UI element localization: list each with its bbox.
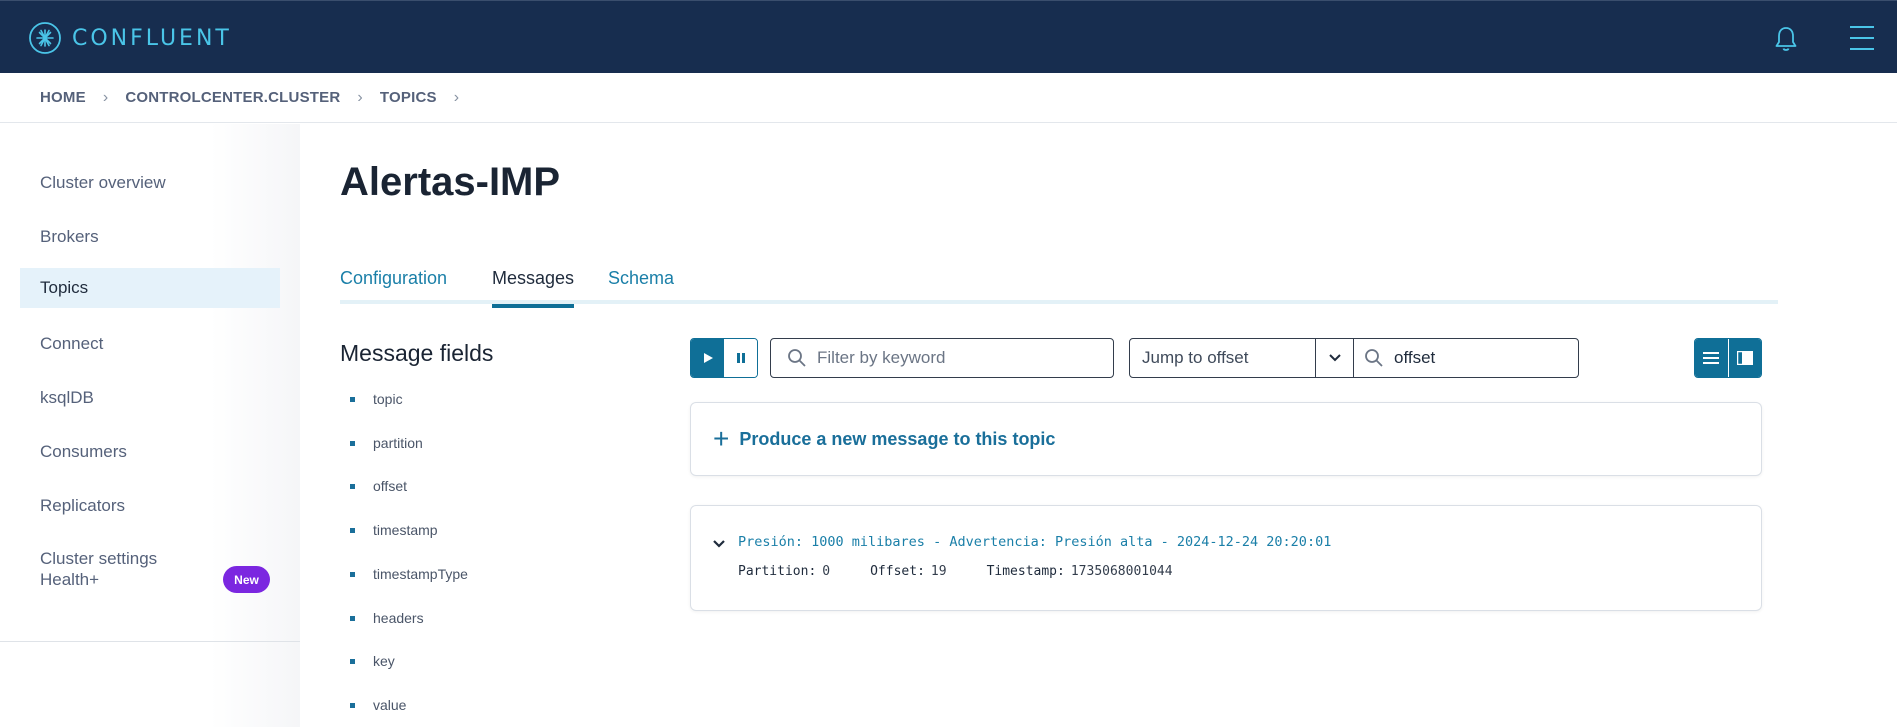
sidebar-divider bbox=[0, 641, 300, 642]
sidebar-item-brokers[interactable]: Brokers bbox=[20, 217, 280, 257]
message-field-label: value bbox=[373, 697, 407, 713]
message-value[interactable]: Presión: 1000 milibares - Advertencia: P… bbox=[738, 534, 1331, 550]
split-view-icon bbox=[1736, 351, 1753, 365]
message-field-item[interactable]: value bbox=[350, 697, 406, 713]
tab-messages[interactable]: Messages bbox=[492, 268, 575, 308]
new-badge: New bbox=[223, 566, 270, 593]
bell-icon[interactable] bbox=[1773, 25, 1799, 53]
partition-value: 0 bbox=[822, 564, 831, 579]
bullet-icon bbox=[350, 396, 355, 402]
timestamp-value: 1735068001044 bbox=[1070, 564, 1173, 579]
bullet-icon bbox=[350, 571, 355, 577]
sidebar-item-replicators[interactable]: Replicators bbox=[20, 486, 280, 526]
bullet-icon bbox=[350, 702, 355, 708]
page-title: Alertas-IMP bbox=[340, 160, 561, 204]
breadcrumb-separator: › bbox=[453, 88, 460, 106]
partition-label: Partition: bbox=[738, 564, 817, 579]
breadcrumb: HOME › CONTROLCENTER.CLUSTER › TOPICS › bbox=[0, 73, 1897, 123]
topic-tabs: Configuration Messages Schema bbox=[340, 268, 1778, 308]
message-field-item[interactable]: offset bbox=[350, 478, 407, 494]
jump-to-offset-control: Jump to offset bbox=[1129, 338, 1579, 378]
message-field-item[interactable]: timestamp bbox=[350, 522, 438, 538]
offset-input-box bbox=[1354, 339, 1578, 377]
bullet-icon bbox=[350, 658, 355, 664]
offset-input[interactable] bbox=[1394, 348, 1554, 368]
message-field-label: timestamp bbox=[373, 522, 438, 538]
message-field-label: key bbox=[373, 653, 395, 669]
message-field-item[interactable]: key bbox=[350, 653, 395, 669]
produce-message-label: Produce a new message to this topic bbox=[739, 428, 1056, 449]
jump-dropdown-button[interactable] bbox=[1316, 339, 1354, 377]
pause-icon bbox=[736, 353, 745, 363]
message-field-label: headers bbox=[373, 610, 424, 626]
tab-schema[interactable]: Schema bbox=[608, 268, 674, 304]
message-fields-title: Message fields bbox=[340, 340, 494, 366]
sidebar: Cluster overview Brokers Topics Connect … bbox=[0, 124, 300, 727]
card-view-button[interactable] bbox=[1727, 339, 1761, 377]
offset-label: Offset: bbox=[870, 564, 925, 579]
message-field-item[interactable]: partition bbox=[350, 435, 423, 451]
bullet-icon bbox=[350, 615, 355, 621]
confluent-logo-icon bbox=[29, 22, 61, 54]
sidebar-item-topics[interactable]: Topics bbox=[20, 268, 280, 308]
bullet-icon bbox=[350, 440, 355, 446]
offset-value: 19 bbox=[930, 564, 947, 579]
tab-configuration[interactable]: Configuration bbox=[340, 268, 447, 304]
confluent-logo[interactable]: CONFLUENT bbox=[28, 21, 232, 55]
message-field-item[interactable]: topic bbox=[350, 391, 403, 407]
breadcrumb-separator: › bbox=[357, 88, 363, 106]
sidebar-item-cluster-overview[interactable]: Cluster overview bbox=[20, 163, 280, 203]
brand-name: CONFLUENT bbox=[72, 25, 232, 51]
breadcrumb-topics[interactable]: TOPICS bbox=[380, 89, 437, 106]
timestamp-label: Timestamp: bbox=[986, 564, 1065, 579]
chevron-down-icon bbox=[1328, 354, 1341, 362]
sidebar-item-ksqldb[interactable]: ksqlDB bbox=[20, 378, 280, 418]
message-field-item[interactable]: timestampType bbox=[350, 566, 468, 582]
sidebar-item-health-plus[interactable]: Health+ bbox=[40, 570, 99, 590]
list-view-icon bbox=[1703, 352, 1720, 364]
sidebar-item-consumers[interactable]: Consumers bbox=[20, 432, 280, 472]
bullet-icon bbox=[350, 527, 355, 533]
message-field-label: timestampType bbox=[373, 566, 468, 582]
breadcrumb-home[interactable]: HOME bbox=[40, 89, 86, 106]
stream-control bbox=[690, 338, 758, 378]
search-icon bbox=[788, 349, 806, 367]
message-field-label: partition bbox=[373, 435, 423, 451]
top-navigation-bar: CONFLUENT bbox=[0, 0, 1897, 73]
message-metadata: Partition: 0 Offset: 19 Timestamp: 17350680… bbox=[738, 564, 1213, 579]
plus-icon: + bbox=[713, 423, 730, 454]
message-field-label: topic bbox=[373, 391, 403, 407]
sidebar-item-connect[interactable]: Connect bbox=[20, 324, 280, 364]
message-field-label: offset bbox=[373, 478, 407, 494]
breadcrumb-cluster[interactable]: CONTROLCENTER.CLUSTER bbox=[125, 89, 340, 106]
view-mode-toggle bbox=[1694, 338, 1762, 378]
table-view-button[interactable] bbox=[1695, 339, 1728, 377]
play-button[interactable] bbox=[691, 339, 724, 377]
message-card: Presión: 1000 milibares - Advertencia: P… bbox=[690, 505, 1762, 611]
search-icon bbox=[1365, 349, 1383, 367]
hamburger-menu-icon[interactable] bbox=[1848, 23, 1876, 53]
filter-keyword-input[interactable] bbox=[817, 348, 1077, 368]
produce-message-button[interactable]: + Produce a new message to this topic bbox=[690, 402, 1762, 476]
chevron-down-icon[interactable] bbox=[711, 536, 727, 552]
play-icon bbox=[703, 353, 713, 363]
pause-button[interactable] bbox=[724, 339, 757, 377]
message-field-item[interactable]: headers bbox=[350, 610, 424, 626]
jump-to-select[interactable]: Jump to offset bbox=[1130, 339, 1316, 377]
filter-box bbox=[770, 338, 1114, 378]
breadcrumb-separator: › bbox=[102, 88, 109, 106]
bullet-icon bbox=[350, 483, 355, 489]
